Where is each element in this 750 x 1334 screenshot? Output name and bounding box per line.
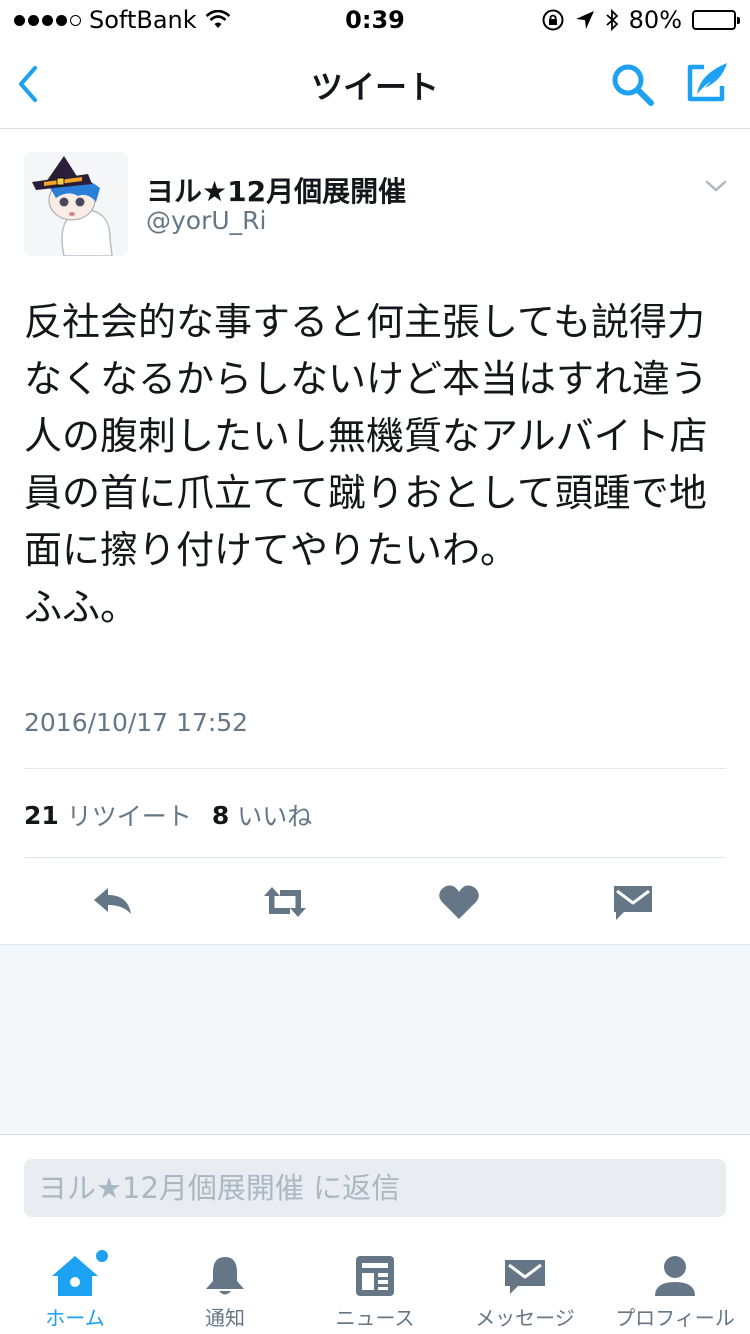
status-bar-right: 80% (541, 6, 740, 34)
empty-reply-area (0, 944, 750, 1135)
retweet-icon[interactable] (262, 882, 308, 922)
tweet-actions (0, 858, 750, 944)
tab-label: ホーム (45, 1306, 105, 1330)
tweet-text: 反社会的な事すると何主張しても説得力なくなるからしないけど本当はすれ違う人の腹刺… (24, 300, 709, 629)
compose-icon[interactable] (682, 58, 732, 108)
tab-label: メッセージ (475, 1306, 575, 1330)
author-handle[interactable]: @yorU_Ri (146, 206, 266, 235)
reply-bar: ヨル★12月個展開催 に返信 (0, 1134, 750, 1237)
news-icon (356, 1256, 394, 1296)
mail-icon (505, 1260, 545, 1294)
tab-notifications[interactable]: 通知 (150, 1236, 300, 1334)
tab-news[interactable]: ニュース (300, 1236, 450, 1334)
bluetooth-icon (606, 8, 618, 32)
tab-label: ニュース (335, 1306, 415, 1330)
location-arrow-icon (575, 11, 594, 29)
bell-icon (206, 1257, 244, 1295)
tab-profile[interactable]: プロフィール (600, 1236, 750, 1334)
tab-home[interactable]: ホーム (0, 1236, 150, 1334)
navigation-bar: ツイート (0, 40, 750, 129)
retweet-count[interactable]: 21 (24, 801, 59, 830)
divider (24, 768, 726, 769)
tab-label: プロフィール (615, 1306, 735, 1330)
chevron-down-icon[interactable] (704, 178, 728, 194)
search-icon[interactable] (608, 60, 656, 108)
like-icon[interactable] (436, 882, 482, 922)
author-name[interactable]: ヨル★12月個展開催 (146, 170, 406, 210)
battery-percentage: 80% (628, 6, 682, 34)
reply-input[interactable]: ヨル★12月個展開催 に返信 (24, 1159, 726, 1217)
like-count-label[interactable]: いいね (237, 797, 312, 833)
tweet-stats: 21 リツイート 8 いいね (24, 797, 332, 833)
like-count[interactable]: 8 (212, 801, 229, 830)
retweet-count-label[interactable]: リツイート (67, 797, 192, 833)
tab-messages[interactable]: メッセージ (450, 1236, 600, 1334)
notification-dot (96, 1250, 108, 1262)
avatar-illustration (24, 152, 128, 256)
home-icon (52, 1256, 98, 1296)
direct-message-icon[interactable] (610, 882, 656, 922)
status-bar: SoftBank 0:39 80% (0, 0, 750, 40)
tab-bar: ホーム 通知 ニュース メッセージ プロフィール (0, 1236, 750, 1334)
author-avatar[interactable] (24, 152, 128, 256)
battery-icon (692, 10, 740, 30)
reply-icon[interactable] (90, 882, 136, 922)
profile-icon (655, 1256, 695, 1296)
orientation-lock-icon (542, 9, 564, 31)
tab-label: 通知 (205, 1306, 245, 1330)
tweet-timestamp: 2016/10/17 17:52 (24, 708, 249, 737)
